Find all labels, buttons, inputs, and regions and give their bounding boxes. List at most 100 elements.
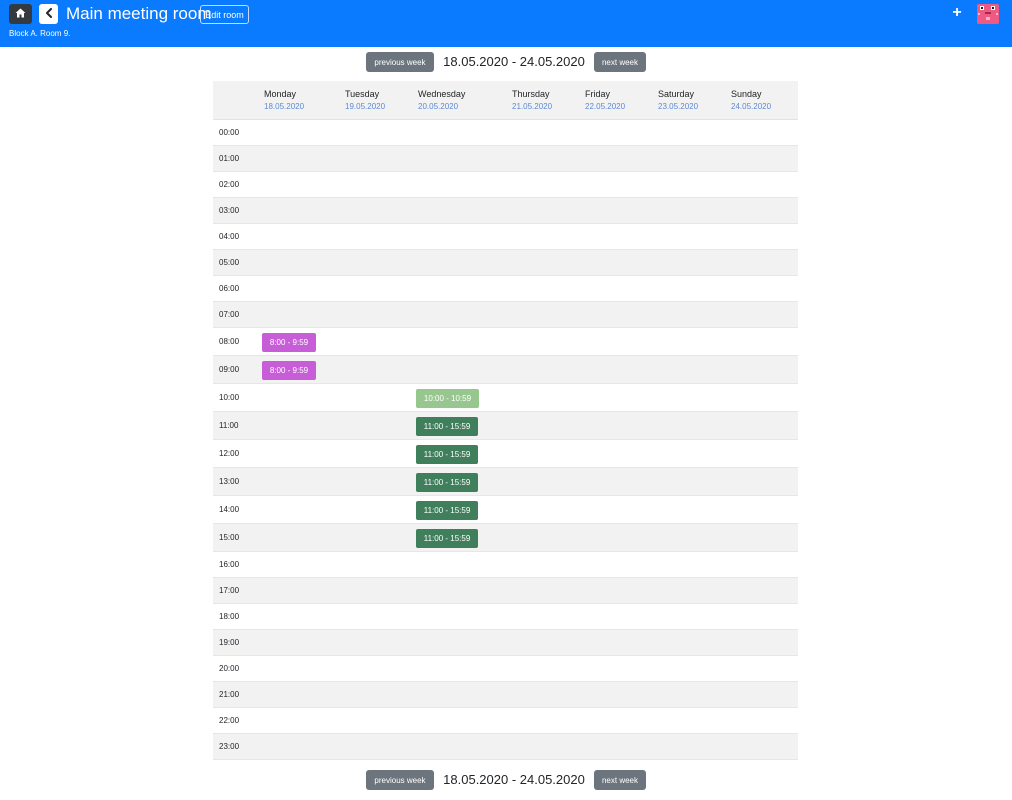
edit-room-button[interactable]: Edit room <box>200 5 249 24</box>
hour-label: 22:00 <box>219 716 240 725</box>
hour-row[interactable]: 08:00 8:00 - 9:59 <box>213 328 798 356</box>
hour-label: 16:00 <box>219 560 240 569</box>
hour-label: 13:00 <box>219 477 240 486</box>
day-name: Monday <box>264 89 297 99</box>
hour-row[interactable]: 13:00 11:00 - 15:59 <box>213 468 798 496</box>
hour-row[interactable]: 09:00 8:00 - 9:59 <box>213 356 798 384</box>
hour-row[interactable]: 17:00 <box>213 578 798 604</box>
hour-label: 20:00 <box>219 664 240 673</box>
hour-label: 23:00 <box>219 742 240 751</box>
hour-row[interactable]: 18:00 <box>213 604 798 630</box>
hour-label: 12:00 <box>219 449 240 458</box>
hour-row[interactable]: 12:00 11:00 - 15:59 <box>213 440 798 468</box>
home-button[interactable] <box>9 4 32 24</box>
booking-event[interactable]: 11:00 - 15:59 <box>416 501 478 520</box>
day-date: 22.05.2020 <box>585 102 626 111</box>
week-calendar: Monday 18.05.2020 Tuesday 19.05.2020 Wed… <box>213 81 798 760</box>
day-name: Sunday <box>731 89 762 99</box>
hour-label: 03:00 <box>219 206 240 215</box>
day-name: Thursday <box>512 89 550 99</box>
day-header-saturday: Saturday 23.05.2020 <box>658 88 698 113</box>
day-header-tuesday: Tuesday 19.05.2020 <box>345 88 385 113</box>
day-name: Friday <box>585 89 611 99</box>
hour-row[interactable]: 22:00 <box>213 708 798 734</box>
hour-label: 08:00 <box>219 337 240 346</box>
booking-event[interactable]: 8:00 - 9:59 <box>262 333 316 352</box>
add-booking-button[interactable]: + <box>949 5 965 21</box>
hour-label: 17:00 <box>219 586 240 595</box>
booking-event[interactable]: 11:00 - 15:59 <box>416 529 478 548</box>
day-name: Wednesday <box>418 89 466 99</box>
back-button[interactable] <box>39 4 58 24</box>
day-header-wednesday: Wednesday 20.05.2020 <box>418 88 465 113</box>
hour-label: 01:00 <box>219 154 240 163</box>
hour-row[interactable]: 21:00 <box>213 682 798 708</box>
hour-row[interactable]: 15:00 11:00 - 15:59 <box>213 524 798 552</box>
home-icon <box>15 5 26 23</box>
previous-week-button[interactable]: previous week <box>366 52 434 72</box>
week-navigation-top: previous week 18.05.2020 - 24.05.2020 ne… <box>0 52 1012 74</box>
day-date: 24.05.2020 <box>731 102 772 111</box>
day-header-friday: Friday 22.05.2020 <box>585 88 625 113</box>
hour-row[interactable]: 11:00 11:00 - 15:59 <box>213 412 798 440</box>
hour-label: 11:00 <box>219 421 239 430</box>
hour-label: 21:00 <box>219 690 240 699</box>
hour-label: 04:00 <box>219 232 240 241</box>
day-date: 23.05.2020 <box>658 102 699 111</box>
hour-label: 09:00 <box>219 365 240 374</box>
week-range: 18.05.2020 - 24.05.2020 <box>443 54 585 69</box>
hour-label: 14:00 <box>219 505 240 514</box>
hour-label: 00:00 <box>219 128 240 137</box>
hour-row[interactable]: 07:00 <box>213 302 798 328</box>
booking-event[interactable]: 11:00 - 15:59 <box>416 417 478 436</box>
day-header-sunday: Sunday 24.05.2020 <box>731 88 771 113</box>
next-week-button[interactable]: next week <box>594 770 646 790</box>
hour-row[interactable]: 23:00 <box>213 734 798 760</box>
previous-week-button[interactable]: previous week <box>366 770 434 790</box>
booking-event[interactable]: 11:00 - 15:59 <box>416 473 478 492</box>
room-subtitle: Block A. Room 9. <box>9 29 71 38</box>
week-navigation-bottom: previous week 18.05.2020 - 24.05.2020 ne… <box>0 770 1012 792</box>
hour-row[interactable]: 10:00 10:00 - 10:59 <box>213 384 798 412</box>
hour-row[interactable]: 04:00 <box>213 224 798 250</box>
booking-event[interactable]: 11:00 - 15:59 <box>416 445 478 464</box>
room-title: Main meeting room <box>66 4 212 23</box>
day-header-thursday: Thursday 21.05.2020 <box>512 88 552 113</box>
day-date: 18.05.2020 <box>264 102 305 111</box>
day-name: Saturday <box>658 89 695 99</box>
hour-row[interactable]: 06:00 <box>213 276 798 302</box>
booking-event[interactable]: 10:00 - 10:59 <box>416 389 479 408</box>
hour-row[interactable]: 02:00 <box>213 172 798 198</box>
plus-icon: + <box>952 4 962 21</box>
app-header: Main meeting room Edit room Block A. Roo… <box>0 0 1012 47</box>
hour-row[interactable]: 19:00 <box>213 630 798 656</box>
user-avatar[interactable] <box>977 4 999 24</box>
hour-label: 05:00 <box>219 258 240 267</box>
hour-row[interactable]: 20:00 <box>213 656 798 682</box>
day-date: 19.05.2020 <box>345 102 386 111</box>
hour-row[interactable]: 16:00 <box>213 552 798 578</box>
day-header-monday: Monday 18.05.2020 <box>264 88 304 113</box>
calendar-body: 00:00 01:00 02:00 03:00 04:00 05:00 06:00 07:00… <box>213 120 798 760</box>
chevron-left-icon <box>45 5 53 23</box>
day-name: Tuesday <box>345 89 380 99</box>
hour-row[interactable]: 14:00 11:00 - 15:59 <box>213 496 798 524</box>
calendar-header: Monday 18.05.2020 Tuesday 19.05.2020 Wed… <box>213 81 798 120</box>
next-week-button[interactable]: next week <box>594 52 646 72</box>
hour-label: 15:00 <box>219 533 240 542</box>
avatar-image <box>977 4 999 24</box>
hour-label: 19:00 <box>219 638 240 647</box>
hour-row[interactable]: 01:00 <box>213 146 798 172</box>
hour-label: 07:00 <box>219 310 240 319</box>
hour-label: 06:00 <box>219 284 240 293</box>
day-date: 21.05.2020 <box>512 102 553 111</box>
hour-row[interactable]: 05:00 <box>213 250 798 276</box>
hour-label: 10:00 <box>219 393 240 402</box>
week-range: 18.05.2020 - 24.05.2020 <box>443 772 585 787</box>
hour-row[interactable]: 03:00 <box>213 198 798 224</box>
day-date: 20.05.2020 <box>418 102 459 111</box>
hour-row[interactable]: 00:00 <box>213 120 798 146</box>
hour-label: 18:00 <box>219 612 240 621</box>
hour-label: 02:00 <box>219 180 240 189</box>
booking-event[interactable]: 8:00 - 9:59 <box>262 361 316 380</box>
